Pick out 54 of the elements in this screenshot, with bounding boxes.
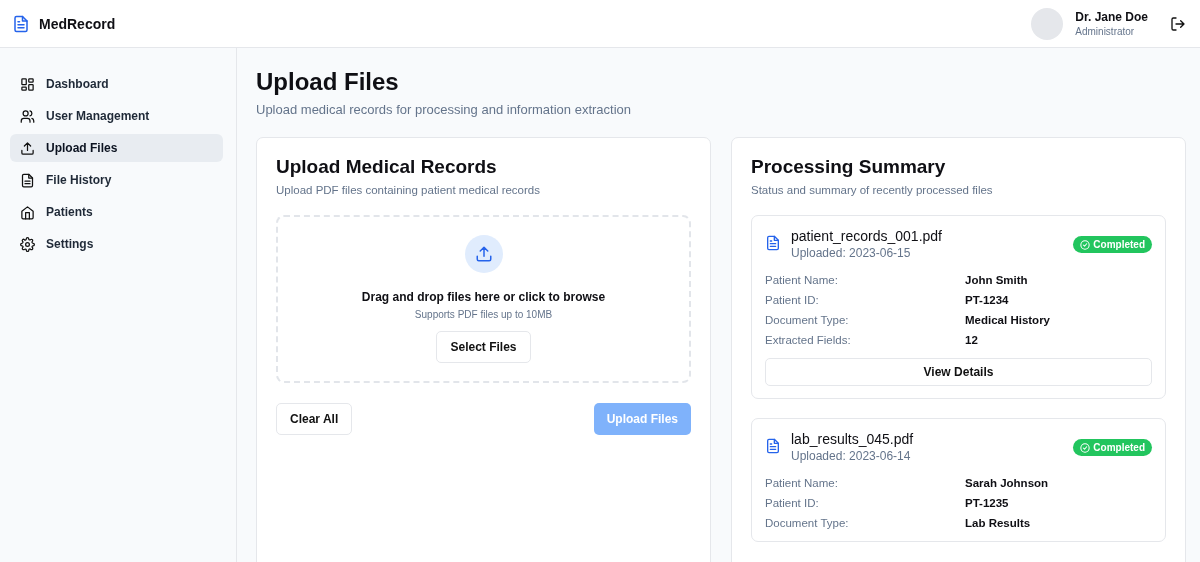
field-label: Patient Name: (765, 274, 839, 286)
upload-date: Uploaded: 2023-06-14 (791, 449, 912, 463)
status-label: Completed (1093, 239, 1145, 250)
dashboard-grid-icon (20, 76, 35, 92)
users-icon (20, 108, 35, 124)
logout-icon[interactable] (1170, 15, 1186, 32)
field-label: Patient ID: (765, 497, 820, 509)
select-files-button[interactable]: Select Files (436, 331, 531, 363)
card-subtitle: Status and summary of recently processed files (751, 184, 994, 196)
page-title: Upload Files (256, 68, 400, 96)
sidebar-item[interactable]: File History (10, 166, 223, 194)
field-label: Document Type: (765, 314, 850, 326)
field-value: PT-1234 (965, 294, 1010, 306)
drop-hint: Supports PDF files up to 10MB (414, 309, 553, 320)
user-role: Administrator (1075, 26, 1136, 37)
upload-icon (20, 140, 35, 156)
card-title: Processing Summary (751, 156, 947, 178)
document-icon (20, 172, 35, 188)
field-value: John Smith (965, 274, 1029, 286)
clear-all-button[interactable]: Clear All (276, 403, 353, 435)
card-subtitle: Upload PDF files containing patient medical records (276, 184, 541, 196)
document-icon (765, 235, 781, 251)
sidebar-item[interactable]: Patients (10, 198, 223, 226)
check-circle-icon (1080, 239, 1091, 250)
field-label: Document Type: (765, 517, 850, 529)
document-icon (765, 438, 781, 454)
app-name: MedRecord (39, 15, 116, 32)
upload-date: Uploaded: 2023-06-15 (791, 246, 912, 260)
field-label: Patient ID: (765, 294, 820, 306)
settings-icon (20, 236, 35, 252)
house-icon (20, 204, 35, 220)
file-name: lab_results_045.pdf (791, 431, 915, 447)
field-value: Sarah Johnson (965, 477, 1050, 489)
view-details-button[interactable]: View Details (765, 358, 1152, 386)
check-circle-icon (1080, 442, 1091, 453)
drop-text: Drag and drop files here or click to browse (361, 290, 606, 304)
status-label: Completed (1093, 442, 1145, 453)
sidebar-item[interactable]: Settings (10, 230, 223, 258)
sidebar-item[interactable]: User Management (10, 102, 223, 130)
upload-icon (464, 235, 503, 273)
field-value: Lab Results (965, 517, 1032, 529)
field-label: Patient Name: (765, 477, 839, 489)
field-value: 12 (965, 334, 979, 346)
document-icon (12, 13, 30, 34)
sidebar-item[interactable]: Upload Files (10, 134, 223, 162)
user-name: Dr. Jane Doe (1075, 10, 1148, 24)
drop-zone[interactable]: Drag and drop files here or click to browse Supports PDF files up to 10MB Select Files (276, 215, 691, 383)
file-name: patient_records_001.pdf (791, 228, 943, 244)
field-value: PT-1235 (965, 497, 1010, 509)
page-subtitle: Upload medical records for processing and information extraction (256, 102, 633, 117)
field-label: Extracted Fields: (765, 334, 852, 346)
sidebar-item[interactable]: Dashboard (10, 70, 223, 98)
field-value: Medical History (965, 314, 1051, 326)
card-title: Upload Medical Records (276, 156, 498, 178)
